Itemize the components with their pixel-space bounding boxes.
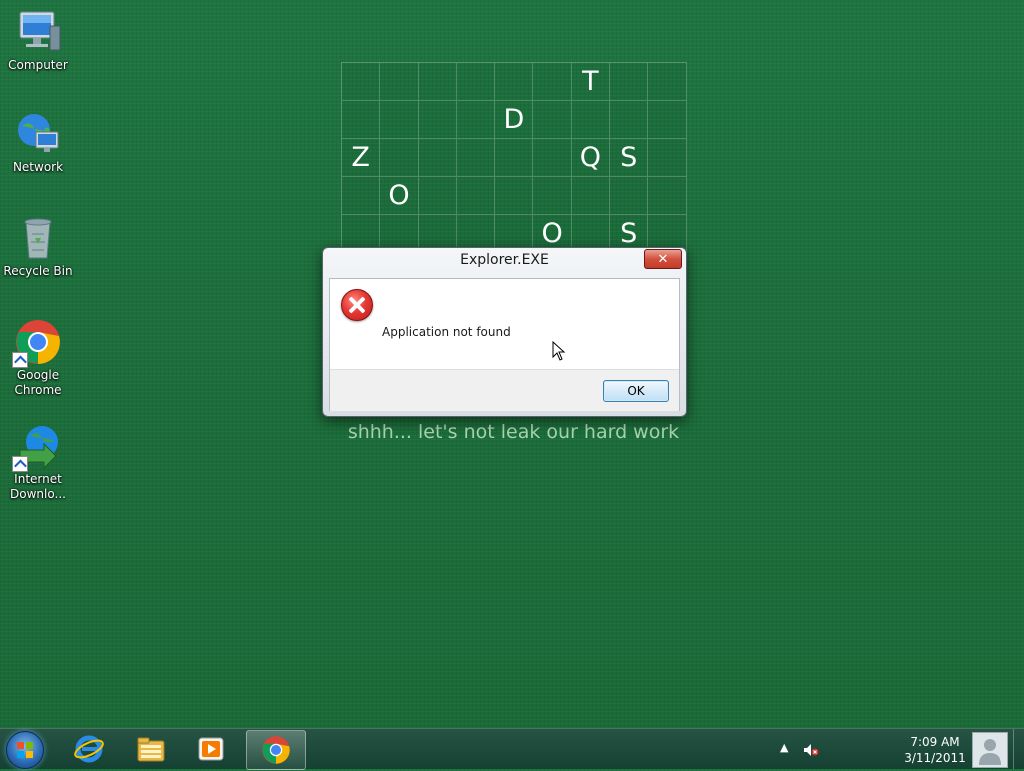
wallpaper-tagline: shhh... let's not leak our hard work	[347, 421, 680, 443]
grid-cell	[418, 177, 457, 215]
error-dialog: Explorer.EXE ✕ Application not found OK	[322, 247, 687, 417]
close-button[interactable]: ✕	[644, 249, 682, 269]
grid-cell	[610, 101, 649, 139]
grid-cell: O	[380, 177, 419, 215]
grid-cell: Z	[342, 139, 381, 177]
file-explorer-icon	[137, 737, 165, 762]
grid-cell	[571, 177, 611, 215]
grid-cell	[342, 63, 381, 101]
desktop-icon-label: Recycle Bin	[3, 264, 73, 278]
shortcut-arrow-icon	[12, 456, 28, 472]
recycle-bin-icon	[14, 214, 62, 262]
grid-cell	[418, 139, 457, 177]
computer-icon	[14, 8, 62, 56]
grid-cell	[456, 63, 496, 101]
grid-cell: Q	[571, 139, 611, 177]
grid-cell	[648, 101, 687, 139]
desktop-icon-label: Computer	[8, 58, 68, 72]
grid-cell	[648, 139, 687, 177]
chrome-icon	[12, 318, 62, 368]
desktop-icon-recycle-bin[interactable]: Recycle Bin	[2, 214, 74, 279]
grid-cell	[456, 139, 496, 177]
grid-cell	[495, 63, 534, 101]
grid-cell	[380, 139, 419, 177]
desktop-icon-network[interactable]: Network	[2, 110, 74, 175]
error-message: Application not found	[382, 325, 511, 339]
dialog-content: Application not found	[330, 279, 679, 369]
grid-cell	[533, 101, 572, 139]
grid-cell	[495, 139, 534, 177]
taskbar-item-internet-explorer[interactable]	[60, 730, 118, 768]
internet-explorer-icon	[74, 735, 104, 763]
grid-cell	[418, 63, 457, 101]
start-button[interactable]	[6, 731, 44, 769]
shortcut-arrow-icon	[12, 352, 28, 368]
grid-cell	[342, 101, 381, 139]
grid-cell	[456, 177, 496, 215]
desktop-icon-label: Google Chrome	[14, 368, 62, 397]
grid-cell	[342, 177, 381, 215]
chrome-icon	[262, 736, 290, 764]
user-avatar[interactable]	[972, 732, 1008, 768]
clock-date: 3/11/2011	[904, 751, 966, 765]
grid-cell: D	[495, 101, 534, 139]
grid-cell	[533, 139, 572, 177]
grid-cell	[571, 101, 611, 139]
desktop-icon-internet-download-manager[interactable]: Internet Downlo...	[2, 422, 74, 502]
error-icon	[341, 289, 373, 321]
dialog-footer: OK	[330, 369, 679, 411]
show-hidden-icons-button[interactable]: ▲	[780, 741, 788, 754]
taskbar-clock[interactable]: 7:09 AM 3/11/2011	[898, 734, 972, 766]
grid-cell	[380, 101, 419, 139]
grid-cell: T	[571, 63, 611, 101]
ok-button[interactable]: OK	[603, 380, 669, 402]
taskbar-item-media-player[interactable]	[182, 730, 240, 768]
grid-cell	[610, 63, 649, 101]
grid-cell	[380, 63, 419, 101]
grid-cell	[533, 177, 572, 215]
grid-cell	[610, 177, 649, 215]
media-player-icon	[198, 737, 224, 761]
taskbar-item-google-chrome[interactable]	[246, 730, 306, 770]
close-icon: ✕	[657, 251, 669, 267]
grid-cell	[495, 177, 534, 215]
dialog-title: Explorer.EXE	[460, 252, 549, 268]
grid-cell	[533, 63, 572, 101]
taskbar: ▲ 7:09 AM 3/11/2011	[0, 728, 1024, 770]
grid-cell	[418, 101, 457, 139]
desktop-icon-label: Internet Downlo...	[10, 472, 66, 501]
grid-cell: S	[610, 139, 649, 177]
mouse-cursor-icon	[552, 341, 566, 361]
show-desktop-button[interactable]	[1013, 729, 1024, 769]
dialog-body: Application not found OK	[329, 278, 680, 411]
clock-time: 7:09 AM	[910, 735, 960, 749]
internet-download-manager-icon	[12, 422, 62, 472]
grid-cell	[648, 177, 687, 215]
grid-cell	[648, 63, 687, 101]
taskbar-item-file-explorer[interactable]	[122, 730, 180, 768]
desktop-icon-computer[interactable]: Computer	[2, 8, 74, 73]
grid-cell	[456, 101, 496, 139]
network-icon	[14, 110, 62, 158]
desktop-icon-label: Network	[12, 160, 64, 174]
desktop-icon-google-chrome[interactable]: Google Chrome	[2, 318, 74, 398]
user-icon	[979, 739, 1001, 765]
volume-muted-icon[interactable]	[803, 743, 819, 757]
windows-logo-icon	[17, 742, 33, 758]
